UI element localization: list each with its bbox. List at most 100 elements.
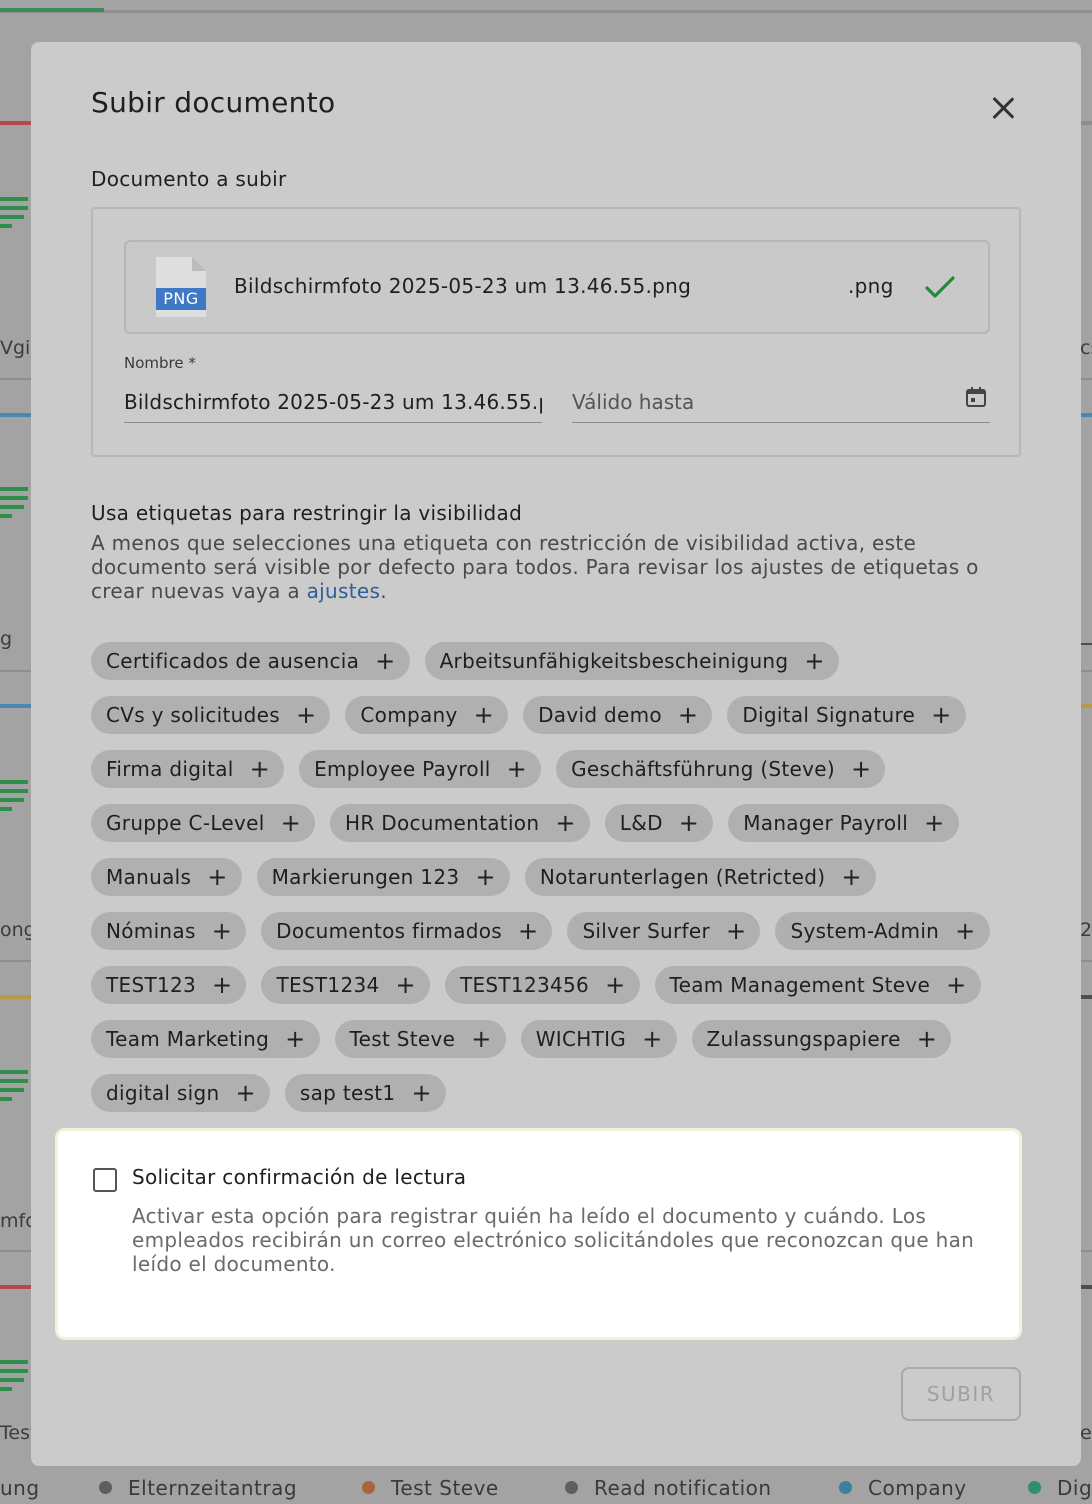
tag-chip[interactable]: TEST123456 +: [444, 966, 640, 1004]
tag-chip[interactable]: Manager Payroll +: [728, 804, 959, 842]
background-bars: [0, 487, 30, 523]
plus-icon: +: [211, 917, 233, 945]
calendar-icon[interactable]: [965, 386, 987, 408]
tag-chip[interactable]: HR Documentation +: [330, 804, 590, 842]
background-bars: [0, 197, 30, 233]
background-text: Vgi: [0, 337, 31, 359]
plus-icon: +: [931, 701, 952, 729]
plus-icon: +: [207, 863, 228, 891]
background-text: cs: [1080, 337, 1092, 359]
plus-icon: +: [804, 647, 825, 675]
plus-icon: +: [677, 701, 699, 729]
background-stripe: [1080, 704, 1092, 708]
tag-chip[interactable]: Employee Payroll +: [299, 750, 542, 788]
tag-chip[interactable]: WICHTIG +: [520, 1020, 677, 1058]
read-confirmation-checkbox[interactable]: [93, 1168, 117, 1192]
tag-chip-label: System-Admin: [790, 919, 940, 943]
background-stripe: [1080, 413, 1092, 417]
tag-chip-row: digital sign + sap test1 +: [91, 1074, 1031, 1128]
tag-chip-label: Team Management Steve: [669, 973, 931, 997]
background-stripe: [0, 413, 32, 417]
name-input[interactable]: [124, 381, 542, 423]
name-field-label: Nombre *: [124, 354, 196, 372]
tag-chip[interactable]: Digital Signature +: [727, 696, 966, 734]
tag-chip[interactable]: Notarunterlagen (Retricted) +: [524, 858, 876, 896]
tag-chip[interactable]: Geschäftsführung (Steve) +: [556, 750, 886, 788]
tag-chip-label: David demo: [538, 703, 662, 727]
tag-chip[interactable]: TEST123 +: [91, 966, 247, 1004]
tag-chip[interactable]: Zulassungspapiere +: [691, 1020, 952, 1058]
tag-chip-label: Documentos firmados: [276, 919, 503, 943]
plus-icon: +: [946, 971, 967, 999]
read-confirmation-description: Activar esta opción para registrar quién…: [132, 1204, 975, 1276]
tag-chip[interactable]: TEST1234 +: [261, 966, 430, 1004]
tag-chip-label: L&D: [619, 811, 663, 835]
tag-chip[interactable]: Firma digital +: [91, 750, 285, 788]
submit-button[interactable]: SUBIR: [901, 1367, 1021, 1421]
tag-chip[interactable]: Company +: [345, 696, 509, 734]
tag-chip[interactable]: Arbeitsunfähigkeitsbescheinigung +: [424, 642, 839, 680]
background-stripe: [0, 995, 32, 999]
tag-chip-row: Firma digital + Employee Payroll + Geschäfts…: [91, 750, 1031, 804]
background-text: Test: [0, 1422, 32, 1444]
legend-dot: [565, 1481, 578, 1494]
tag-chip[interactable]: Manuals +: [91, 858, 242, 896]
check-icon: [925, 276, 955, 298]
background-stripe: [1080, 121, 1092, 125]
png-file-icon: PNG: [156, 257, 206, 317]
valid-until-input[interactable]: [572, 381, 990, 423]
plus-icon: +: [642, 1025, 663, 1053]
tag-chip[interactable]: System-Admin +: [775, 912, 990, 950]
legend-item: Read notification: [565, 1476, 772, 1500]
tag-chip[interactable]: Documentos firmados +: [261, 912, 553, 950]
plus-icon: +: [395, 971, 416, 999]
tag-chip-label: CVs y solicitudes: [106, 703, 280, 727]
tag-chip[interactable]: Gruppe C-Level +: [91, 804, 316, 842]
background-text: 2: [1080, 919, 1092, 941]
tag-chip-label: Markierungen 123: [271, 865, 460, 889]
tag-chip[interactable]: Nóminas +: [91, 912, 247, 950]
plus-icon: +: [841, 863, 862, 891]
tag-chip-row: Gruppe C-Level + HR Documentation + L&D + Mana…: [91, 804, 1031, 858]
tag-chip-label: Zulassungspapiere: [706, 1027, 901, 1051]
file-type-badge: PNG: [156, 288, 206, 310]
tag-chip-list: Certificados de ausencia + Arbeitsunfähigk…: [91, 642, 1031, 1128]
tag-chip[interactable]: David demo +: [523, 696, 713, 734]
read-confirmation-label[interactable]: Solicitar confirmación de lectura: [132, 1165, 466, 1189]
tag-chip-label: Manuals: [106, 865, 192, 889]
tag-chip[interactable]: Markierungen 123 +: [256, 858, 510, 896]
tag-chip-label: Geschäftsführung (Steve): [571, 757, 836, 781]
tag-chip[interactable]: CVs y solicitudes +: [91, 696, 331, 734]
tag-chip-label: Gruppe C-Level: [106, 811, 265, 835]
tag-chip-label: Certificados de ausencia: [106, 649, 360, 673]
background-bars: [0, 1360, 30, 1396]
read-confirmation-panel: Solicitar confirmación de lectura Activa…: [55, 1128, 1022, 1340]
plus-icon: +: [235, 1079, 256, 1107]
legend-item: Test Steve: [362, 1476, 499, 1500]
legend-dot: [99, 1481, 112, 1494]
plus-icon: +: [249, 755, 271, 783]
tag-chip[interactable]: Team Management Steve +: [654, 966, 981, 1004]
background-text: ong: [0, 919, 32, 941]
tag-chip[interactable]: Test Steve +: [334, 1020, 506, 1058]
tag-chip-label: Employee Payroll: [314, 757, 491, 781]
tag-chip-label: TEST123: [106, 973, 197, 997]
tag-chip-label: TEST1234: [276, 973, 380, 997]
settings-link[interactable]: ajustes: [307, 579, 381, 603]
plus-icon: +: [955, 917, 976, 945]
file-extension: .png: [848, 274, 894, 298]
tag-chip[interactable]: Silver Surfer +: [567, 912, 761, 950]
close-icon[interactable]: [985, 90, 1021, 126]
tag-chip[interactable]: L&D +: [604, 804, 714, 842]
tag-chip[interactable]: Team Marketing +: [91, 1020, 320, 1058]
tag-chip-label: Firma digital: [106, 757, 234, 781]
tag-chip-label: Company: [360, 703, 458, 727]
tag-chip[interactable]: sap test1 +: [284, 1074, 446, 1112]
plus-icon: +: [726, 917, 747, 945]
dialog-title: Subir documento: [91, 86, 336, 119]
plus-icon: +: [285, 1025, 306, 1053]
tag-chip[interactable]: Certificados de ausencia +: [91, 642, 410, 680]
background-stripe: [0, 121, 32, 125]
tag-chip[interactable]: digital sign +: [91, 1074, 270, 1112]
tag-chip-label: Manager Payroll: [743, 811, 909, 835]
